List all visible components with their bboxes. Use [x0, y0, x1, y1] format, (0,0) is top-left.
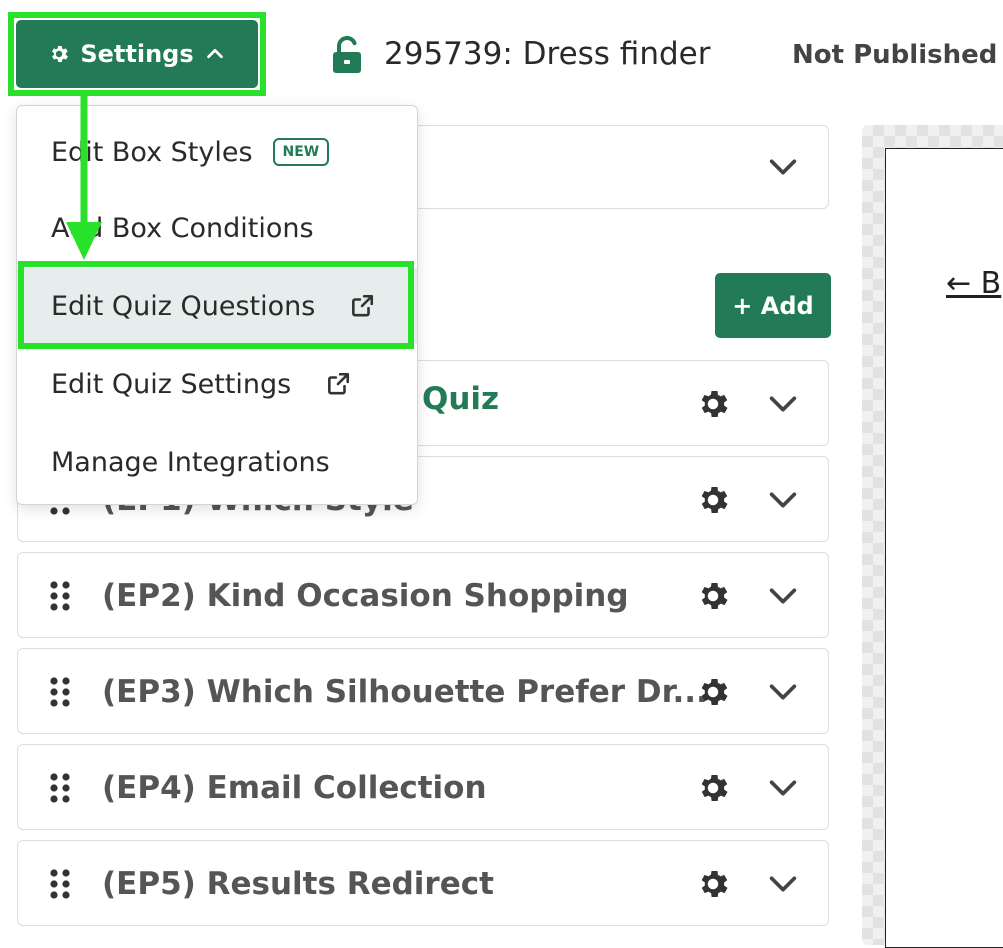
list-item[interactable]: (EP5) Results Redirect: [17, 840, 829, 926]
menu-item-edit-quiz-settings[interactable]: Edit Quiz Settings: [17, 346, 417, 422]
chevron-down-icon[interactable]: [766, 150, 800, 184]
add-button[interactable]: + Add: [715, 273, 831, 338]
settings-label: Settings: [80, 40, 194, 68]
chevron-down-icon[interactable]: [766, 579, 800, 613]
gear-icon[interactable]: [695, 386, 731, 422]
list-item[interactable]: (EP4) Email Collection: [17, 744, 829, 830]
chevron-down-icon[interactable]: [766, 675, 800, 709]
gear-icon[interactable]: [695, 674, 731, 710]
preview-back-link[interactable]: ← B: [946, 266, 1001, 302]
row-label: (EP2) Kind Occasion Shopping: [102, 578, 629, 614]
menu-item-edit-quiz-questions[interactable]: Edit Quiz Questions: [17, 268, 417, 344]
row-label: (EP3) Which Silhouette Prefer Dr...: [102, 674, 708, 710]
chevron-up-icon: [206, 48, 223, 59]
menu-item-manage-integrations[interactable]: Manage Integrations: [17, 424, 417, 500]
new-badge: NEW: [272, 138, 330, 166]
chevron-down-icon[interactable]: [766, 771, 800, 805]
unlocked-lock-icon[interactable]: [332, 36, 362, 74]
gear-icon: [52, 46, 69, 62]
chevron-down-icon[interactable]: [766, 867, 800, 901]
drag-handle-icon[interactable]: [48, 867, 72, 901]
gear-icon[interactable]: [695, 866, 731, 902]
page-title: 295739: Dress finder: [384, 36, 711, 72]
annotation-arrow-icon: [66, 90, 102, 260]
status-badge: Not Published: [792, 40, 998, 70]
external-link-icon: [352, 294, 374, 317]
list-item[interactable]: (EP3) Which Silhouette Prefer Dr...: [17, 648, 829, 734]
row-label: (EP5) Results Redirect: [102, 866, 494, 902]
menu-item-label: Edit Quiz Questions: [51, 290, 316, 322]
drag-handle-icon[interactable]: [48, 579, 72, 613]
external-link-icon: [328, 372, 350, 395]
gear-icon[interactable]: [695, 578, 731, 614]
chevron-down-icon[interactable]: [766, 483, 800, 517]
settings-button[interactable]: Settings: [16, 20, 258, 88]
menu-item-label: Edit Quiz Settings: [51, 368, 292, 400]
gear-icon[interactable]: [695, 482, 731, 518]
menu-item-label: Manage Integrations: [51, 446, 330, 478]
drag-handle-icon[interactable]: [48, 675, 72, 709]
drag-handle-icon[interactable]: [48, 771, 72, 805]
row-label-partial: Quiz: [422, 381, 500, 417]
row-label: (EP4) Email Collection: [102, 770, 487, 806]
gear-icon[interactable]: [695, 770, 731, 806]
chevron-down-icon[interactable]: [766, 387, 800, 421]
list-item[interactable]: (EP2) Kind Occasion Shopping: [17, 552, 829, 638]
